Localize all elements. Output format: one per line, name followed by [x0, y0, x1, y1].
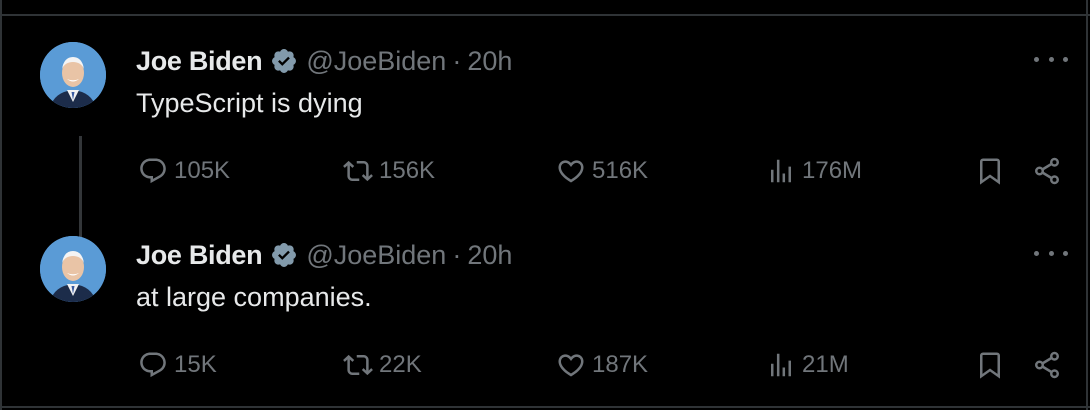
reply-count: 15K	[174, 351, 217, 378]
share-button[interactable]	[1032, 154, 1062, 188]
views-icon	[771, 353, 791, 377]
bookmark-button[interactable]	[975, 348, 1005, 382]
views-icon	[771, 159, 791, 183]
like-icon	[558, 160, 584, 183]
like-button[interactable]: 187K	[556, 348, 648, 382]
retweet-button[interactable]: 156K	[343, 154, 435, 188]
retweet-button[interactable]: 22K	[343, 348, 422, 382]
tweet[interactable]: Joe Biden @JoeBiden · 20h TypeScript is …	[0, 16, 1090, 242]
reply-button[interactable]: 105K	[138, 154, 230, 188]
avatar[interactable]	[40, 236, 106, 302]
tweet-text: TypeScript is dying	[136, 88, 363, 118]
tweet-actions: 105K 156K 516K 176M	[0, 154, 1090, 188]
separator-dot: ·	[452, 239, 462, 270]
reply-button[interactable]: 15K	[138, 348, 217, 382]
bookmark-icon	[980, 158, 1000, 185]
view-count: 21M	[802, 351, 849, 378]
tweet-header: Joe Biden @JoeBiden · 20h	[136, 240, 512, 270]
more-icon[interactable]	[1034, 54, 1068, 64]
avatar[interactable]	[40, 42, 106, 108]
like-icon	[558, 354, 584, 377]
share-button[interactable]	[1032, 348, 1062, 382]
divider	[0, 406, 1090, 408]
reply-icon	[140, 158, 166, 184]
retweet-icon	[343, 160, 373, 182]
author-name[interactable]: Joe Biden	[136, 46, 263, 77]
share-icon	[1035, 157, 1059, 185]
author-name[interactable]: Joe Biden	[136, 240, 263, 271]
avatar-image	[40, 236, 106, 302]
reply-count: 105K	[174, 157, 231, 184]
verified-badge-icon	[272, 49, 297, 73]
tweet-text: at large companies.	[136, 282, 372, 312]
author-handle[interactable]: @JoeBiden	[306, 46, 446, 77]
like-count: 187K	[592, 351, 649, 378]
reply-icon	[140, 352, 166, 378]
retweet-icon	[343, 354, 373, 376]
avatar-image	[40, 42, 106, 108]
bookmark-button[interactable]	[975, 154, 1005, 188]
tweet[interactable]: Joe Biden @JoeBiden · 20h at large compa…	[0, 210, 1090, 405]
views-button[interactable]: 176M	[766, 154, 862, 188]
more-icon[interactable]	[1034, 248, 1068, 258]
timestamp[interactable]: 20h	[467, 240, 512, 271]
tweet-actions: 15K 22K 187K 21M	[0, 348, 1090, 382]
like-button[interactable]: 516K	[556, 154, 648, 188]
timestamp[interactable]: 20h	[467, 46, 512, 77]
verified-badge-icon	[272, 243, 297, 267]
retweet-count: 22K	[379, 351, 422, 378]
tweet-header: Joe Biden @JoeBiden · 20h	[136, 46, 512, 76]
retweet-count: 156K	[379, 157, 436, 184]
author-handle[interactable]: @JoeBiden	[306, 240, 446, 271]
like-count: 516K	[592, 157, 649, 184]
view-count: 176M	[802, 157, 863, 184]
views-button[interactable]: 21M	[766, 348, 849, 382]
separator-dot: ·	[452, 45, 462, 76]
share-icon	[1035, 351, 1059, 379]
bookmark-icon	[980, 352, 1000, 379]
